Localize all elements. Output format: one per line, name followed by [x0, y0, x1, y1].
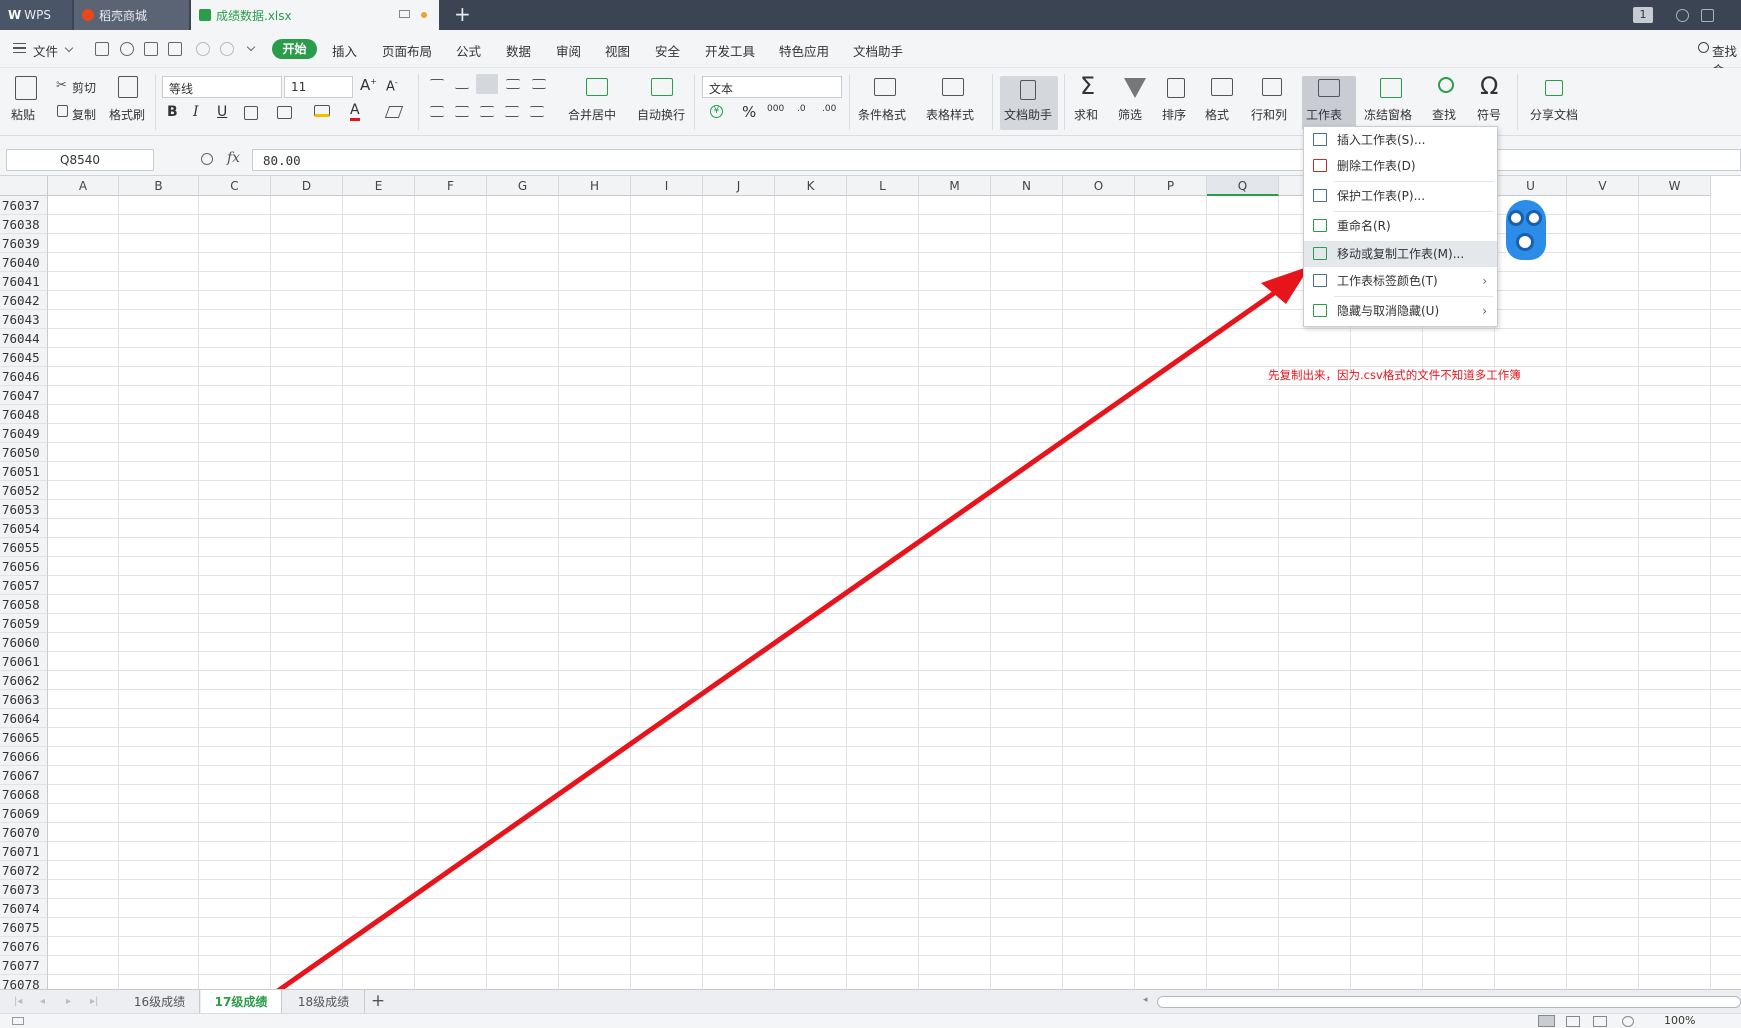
page-layout-view-icon[interactable]	[1593, 1016, 1607, 1027]
hide-unhide-icon	[1313, 304, 1327, 317]
add-sheet-button[interactable]: +	[368, 991, 388, 1011]
menu-item-delete-sheet[interactable]: 删除工作表(D)	[1304, 153, 1497, 179]
sheet-tab-16[interactable]: 16级成绩	[120, 990, 200, 1014]
mascot-eye-right	[1526, 210, 1542, 226]
eye-protection-icon[interactable]	[1622, 1016, 1634, 1027]
menu-item-insert-sheet[interactable]: 插入工作表(S)...	[1304, 127, 1497, 153]
menu-item-hide-unhide[interactable]: 隐藏与取消隐藏(U) ›	[1304, 298, 1497, 324]
mascot-body	[1506, 200, 1546, 260]
menu-separator	[1334, 181, 1494, 182]
menu-item-label: 工作表标签颜色(T)	[1337, 274, 1438, 288]
status-icon	[12, 1017, 24, 1025]
menu-item-label: 隐藏与取消隐藏(U)	[1337, 304, 1440, 318]
next-sheet-icon[interactable]: ▸	[66, 996, 71, 1007]
first-sheet-icon[interactable]: |◂	[14, 996, 22, 1007]
normal-view-icon[interactable]	[1538, 1015, 1555, 1027]
mascot-eye-left	[1508, 210, 1524, 226]
menu-item-protect-sheet[interactable]: 保护工作表(P)...	[1304, 183, 1497, 209]
menu-item-move-copy[interactable]: 移动或复制工作表(M)...	[1304, 241, 1497, 267]
sheet-tab-18[interactable]: 18级成绩	[283, 990, 365, 1014]
horizontal-scrollbar[interactable]	[1157, 996, 1741, 1008]
chevron-right-icon: ›	[1482, 304, 1487, 318]
prev-sheet-icon[interactable]: ◂	[40, 996, 45, 1007]
menu-item-label: 插入工作表(S)...	[1337, 133, 1426, 147]
zoom-level[interactable]: 100%	[1664, 1014, 1695, 1027]
move-copy-icon	[1313, 247, 1327, 260]
worksheet-dropdown-menu: 插入工作表(S)... 删除工作表(D) 保护工作表(P)... 重命名(R) …	[1303, 126, 1498, 327]
mascot-badge	[1516, 233, 1534, 251]
menu-separator	[1334, 211, 1494, 212]
menu-item-label: 保护工作表(P)...	[1337, 189, 1426, 203]
tab-color-icon	[1313, 274, 1327, 287]
arrow-shaft	[260, 279, 1292, 1005]
mascot-icon[interactable]	[1503, 196, 1549, 264]
sheet-tab-bar: |◂ ◂ ▸ ▸| 16级成绩 17级成绩 18级成绩 + ◂	[0, 989, 1741, 1014]
menu-item-tab-color[interactable]: 工作表标签颜色(T) ›	[1304, 268, 1497, 294]
menu-item-label: 重命名(R)	[1337, 219, 1391, 233]
sheet-tab-17[interactable]: 17级成绩	[201, 990, 282, 1014]
rename-icon	[1313, 219, 1327, 232]
last-sheet-icon[interactable]: ▸|	[90, 996, 98, 1007]
lock-sheet-icon	[1313, 189, 1327, 202]
menu-item-label: 移动或复制工作表(M)...	[1337, 247, 1465, 261]
delete-sheet-icon	[1313, 159, 1327, 172]
scroll-left-icon[interactable]: ◂	[1143, 995, 1148, 1005]
status-bar: 100%	[0, 1013, 1741, 1028]
page-break-view-icon[interactable]	[1566, 1016, 1580, 1027]
insert-sheet-icon	[1313, 133, 1327, 146]
menu-item-rename[interactable]: 重命名(R)	[1304, 213, 1497, 239]
menu-separator	[1334, 296, 1494, 297]
chevron-right-icon: ›	[1482, 274, 1487, 288]
menu-item-label: 删除工作表(D)	[1337, 159, 1416, 173]
